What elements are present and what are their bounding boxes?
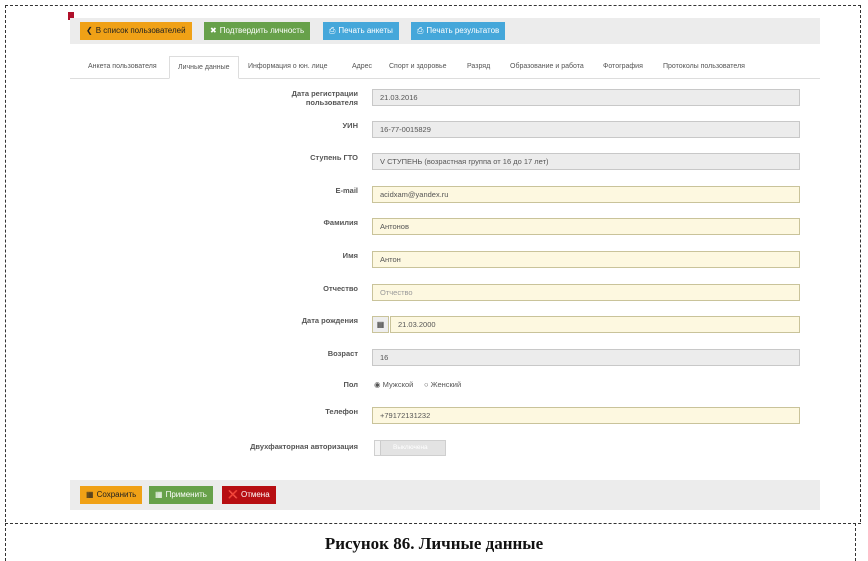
tab-photo[interactable]: Фотография (603, 56, 643, 78)
apply-label: Применить (165, 490, 207, 499)
cancel-label: Отмена (240, 490, 270, 499)
radio-checked-icon: ◉ (374, 380, 381, 389)
last-name-label: Фамилия (323, 218, 358, 227)
radio-unchecked-icon: ○ (424, 380, 429, 389)
age-field[interactable]: 16 (372, 349, 800, 366)
birth-date-field[interactable]: 21.03.2000 (390, 316, 800, 333)
print-form-button[interactable]: ⎙ Печать анкеты (323, 22, 399, 40)
two-factor-toggle[interactable]: Выключена (374, 440, 446, 456)
tab-sport-health[interactable]: Спорт и здоровье (389, 56, 447, 78)
tab-rank[interactable]: Разряд (467, 56, 490, 78)
birth-date-label: Дата рождения (301, 316, 358, 325)
save-button[interactable]: ▦ Сохранить (80, 486, 143, 504)
save-label: Сохранить (96, 490, 137, 499)
uin-label: УИН (342, 121, 358, 130)
toggle-knob (375, 441, 381, 455)
gender-female-radio[interactable]: ○ Женский (424, 380, 461, 389)
confirm-identity-button[interactable]: ✖ Подтвердить личность (204, 22, 311, 40)
save-icon: ▦ (155, 490, 163, 499)
email-field[interactable]: acidxam@yandex.ru (372, 186, 800, 203)
back-to-list-button[interactable]: ❮ В список пользователей (80, 22, 192, 40)
close-icon: ✖ (210, 26, 217, 35)
apply-button[interactable]: ▦ Применить (149, 486, 213, 504)
phone-field[interactable]: +79172131232 (372, 407, 800, 424)
figure-caption: Рисунок 86. Личные данные (324, 534, 544, 553)
gender-female-label: Женский (430, 380, 462, 389)
print-results-label: Печать результатов (426, 26, 500, 35)
confirm-identity-label: Подтвердить личность (219, 26, 305, 35)
arrow-left-circle-icon: ❮ (86, 26, 93, 35)
tab-personal-data[interactable]: Личные данные (169, 56, 239, 79)
reg-date-field[interactable]: 21.03.2016 (372, 89, 800, 106)
cancel-button[interactable]: ❌ Отмена (222, 486, 276, 504)
tab-user-protocols[interactable]: Протоколы пользователя (663, 56, 745, 78)
print-results-button[interactable]: ⎙ Печать результатов (411, 22, 506, 40)
age-label: Возраст (327, 349, 358, 358)
two-factor-state: Выключена (393, 444, 428, 451)
gto-stage-label: Ступень ГТО (310, 153, 358, 162)
tab-user-profile[interactable]: Анкета пользователя (88, 56, 157, 78)
reg-date-label: Дата регистрации пользователя (291, 89, 358, 107)
tab-education-work[interactable]: Образование и работа (510, 56, 584, 78)
patronymic-label: Отчество (323, 284, 358, 293)
print-icon: ⎙ (417, 26, 424, 35)
back-to-list-label: В список пользователей (95, 26, 186, 35)
phone-label: Телефон (325, 407, 358, 416)
tab-legal-entity[interactable]: Информация о юн. лице (248, 56, 327, 78)
two-factor-label: Двухфакторная авторизация (250, 442, 358, 451)
tab-address[interactable]: Адрес (352, 56, 372, 78)
print-form-label: Печать анкеты (338, 26, 393, 35)
frame-divider (5, 523, 861, 524)
gender-male-label: Мужской (382, 380, 414, 389)
gto-stage-field[interactable]: V СТУПЕНЬ (возрастная группа от 16 до 17… (372, 153, 800, 170)
uin-field[interactable]: 16-77-0015829 (372, 121, 800, 138)
patronymic-field[interactable]: Отчество (372, 284, 800, 301)
first-name-label: Имя (342, 251, 358, 260)
gender-male-radio[interactable]: ◉ Мужской (374, 380, 413, 389)
print-icon: ⎙ (329, 26, 336, 35)
gender-label: Пол (343, 380, 358, 389)
cancel-circle-icon: ❌ (228, 490, 238, 499)
calendar-icon[interactable]: ▦ (372, 316, 389, 333)
email-label: E-mail (335, 186, 358, 195)
save-icon: ▦ (86, 490, 94, 499)
last-name-field[interactable]: Антонов (372, 218, 800, 235)
first-name-field[interactable]: Антон (372, 251, 800, 268)
